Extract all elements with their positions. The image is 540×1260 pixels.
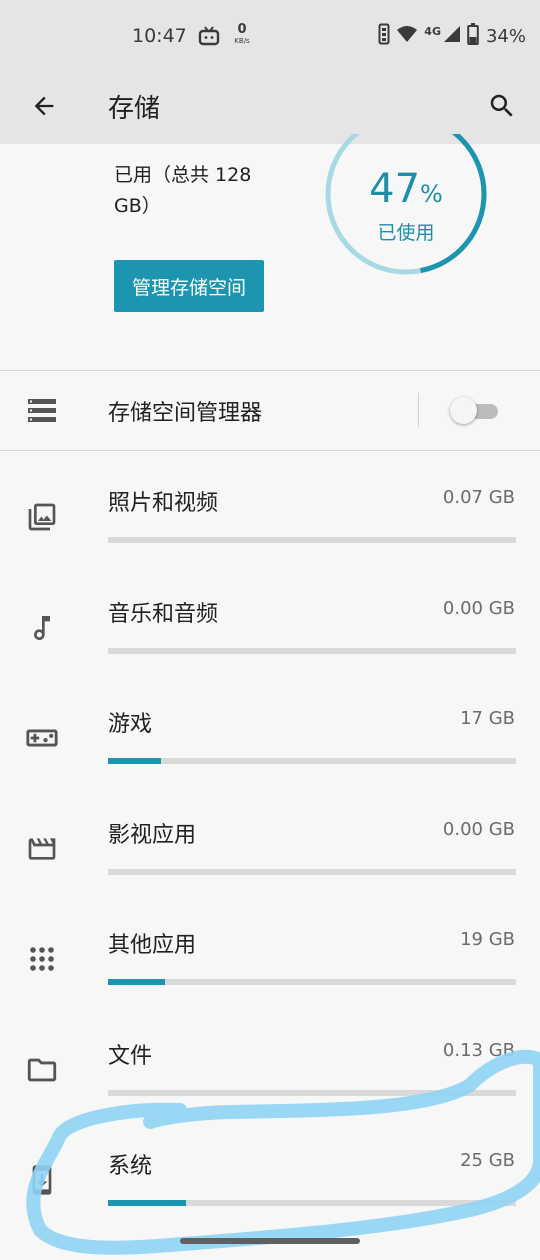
category-movie-apps[interactable]: 影视应用 0.00 GB [0,797,540,907]
used-total-text: 已用（总共 128 GB） [114,164,252,217]
category-label: 系统 [108,1154,153,1179]
category-size: 0.13 GB [442,1040,515,1061]
network-type: 4G [424,25,441,38]
category-size: 25 GB [460,1150,515,1171]
category-size: 0.00 GB [442,598,515,619]
category-usage-bar [108,1090,516,1096]
storage-manager-label: 存储空间管理器 [108,401,263,426]
category-usage-fill [108,1200,186,1206]
category-label: 音乐和音频 [108,602,219,627]
storage-manager-row[interactable]: 存储空间管理器 [0,371,540,451]
category-label: 影视应用 [108,823,197,848]
network-speed-value: 0 [237,22,247,37]
category-label: 文件 [108,1044,153,1069]
status-icons: 4G 34% [378,23,526,49]
category-photos-videos[interactable]: 照片和视频 0.07 GB [0,465,540,575]
vibrate-icon [378,23,390,49]
toggle-thumb [450,397,477,424]
status-time: 10:47 [132,25,187,47]
photo-library-icon [24,499,60,535]
manage-storage-button[interactable]: 管理存储空间 [114,260,264,312]
usage-percent: 47% [336,166,476,212]
vertical-divider [418,393,419,427]
search-button[interactable] [480,84,524,128]
category-usage-fill [108,758,162,764]
category-usage-bar [108,537,516,543]
category-usage-bar [108,1200,516,1206]
page-title: 存储 [108,94,161,124]
divider [0,450,540,451]
network-speed-unit: KB/s [234,37,250,45]
movie-clapper-icon [24,831,60,867]
category-other-apps[interactable]: 其他应用 19 GB [0,907,540,1017]
category-usage-fill [108,979,166,985]
signal-icon [443,25,461,47]
category-label: 其他应用 [108,933,197,958]
folder-icon [24,1052,60,1088]
category-size: 0.00 GB [442,819,515,840]
storage-manager-toggle[interactable] [450,397,498,425]
storage-summary: 已用（总共 128 GB） 47% 已使用 管理存储空间 [0,134,540,370]
network-speed: 0 KB/s [230,23,254,45]
category-size: 19 GB [460,929,515,950]
storage-list-icon [28,399,56,423]
category-usage-bar [108,979,516,985]
home-indicator[interactable] [180,1238,360,1244]
battery-percent: 34% [485,25,526,47]
category-system[interactable]: 系统 25 GB [0,1128,540,1238]
category-label: 照片和视频 [108,491,219,516]
usage-percent-label: 已使用 [377,222,435,244]
usage-percent-value: 47 [369,166,421,212]
category-usage-bar [108,648,516,654]
category-games[interactable]: 游戏 17 GB [0,686,540,796]
battery-icon [467,23,479,49]
category-usage-bar [108,758,516,764]
back-button[interactable] [24,86,64,126]
category-files[interactable]: 文件 0.13 GB [0,1018,540,1128]
category-music-audio[interactable]: 音乐和音频 0.00 GB [0,576,540,686]
search-icon [490,94,513,117]
music-note-icon [24,610,60,646]
usage-percent-sign: % [420,180,443,208]
system-update-icon [24,1162,60,1198]
apps-grid-icon [24,941,60,977]
gamepad-icon [24,720,60,756]
wifi-icon [396,25,418,47]
category-size: 0.07 GB [442,487,515,508]
category-size: 17 GB [460,708,515,729]
arrow-back-icon [34,96,54,116]
category-usage-bar [108,869,516,875]
tv-icon [198,26,220,46]
status-bar: 10:47 0 KB/s 4G 34% [0,0,540,72]
category-label: 游戏 [108,712,153,737]
